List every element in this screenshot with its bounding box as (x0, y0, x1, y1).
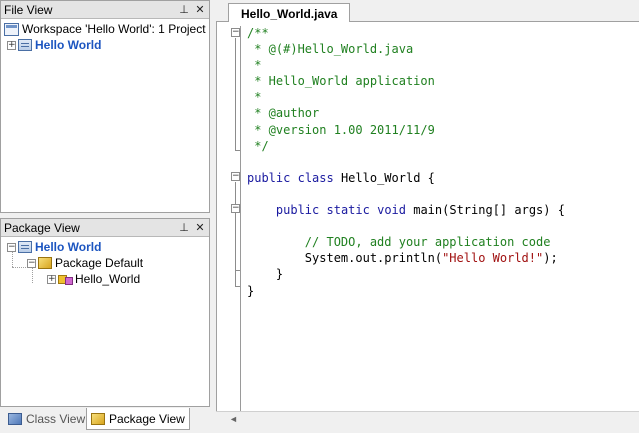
source-code[interactable]: /** * @(#)Hello_World.java * * Hello_Wor… (247, 25, 565, 299)
fold-end-marker (235, 150, 240, 151)
code-token: public (247, 170, 291, 185)
fold-toggle-icon[interactable]: − (231, 204, 240, 213)
expand-icon[interactable]: + (47, 274, 56, 284)
code-line[interactable]: System.out.println("Hello World!"); (247, 250, 565, 266)
code-token: main(String[] args) { (406, 203, 565, 218)
code-token: class (297, 170, 334, 185)
code-line[interactable]: * @author (247, 105, 565, 121)
code-token: * Hello_World application (247, 74, 435, 89)
fold-gutter-divider (240, 26, 241, 422)
code-token: /** (247, 26, 269, 40)
scroll-left-icon[interactable]: ◄ (229, 414, 238, 424)
package-view-header: Package View ⊥ ✕ (1, 219, 209, 237)
code-line[interactable] (247, 186, 565, 202)
tab-class-view[interactable]: Class View (4, 408, 89, 430)
class-icon (58, 273, 73, 285)
collapse-icon[interactable]: − (7, 242, 16, 252)
code-line[interactable]: } (247, 283, 565, 299)
pin-icon[interactable]: ⊥ (177, 3, 191, 17)
tree-node-project[interactable]: + Hello World (1, 37, 209, 53)
fold-toggle-icon[interactable]: − (231, 28, 240, 37)
editor-tab-strip: Hello_World.java (216, 0, 639, 23)
pin-icon[interactable]: ⊥ (177, 221, 191, 235)
tab-package-view[interactable]: Package View (86, 408, 190, 430)
tree-node-package[interactable]: − Package Default (1, 255, 209, 271)
fold-guide (235, 214, 236, 270)
fold-toggle-icon[interactable]: − (231, 172, 240, 181)
file-view-title: File View (4, 2, 53, 17)
project-icon (18, 39, 32, 51)
code-line[interactable]: public class Hello_World { (247, 170, 565, 186)
code-line[interactable]: * Hello_World application (247, 73, 565, 89)
code-editor[interactable]: − − − /** * @(#)Hello_World.java * * Hel… (216, 22, 639, 426)
code-line[interactable]: * (247, 57, 565, 73)
package-tree: − Hello World − Package Default + Hello_… (1, 237, 209, 287)
code-token: ); (543, 251, 558, 266)
package-label: Package Default (55, 256, 144, 270)
project-label: Hello World (35, 38, 102, 52)
workspace-label: Workspace 'Hello World': 1 Project (22, 22, 206, 36)
code-token: * @(#)Hello_World.java (247, 42, 414, 57)
code-token: static (326, 203, 370, 218)
collapse-icon[interactable]: − (27, 258, 36, 268)
code-token: // TODO, add your application code (247, 235, 551, 250)
code-line[interactable]: * @(#)Hello_World.java (247, 41, 565, 57)
fold-end-marker (235, 286, 240, 287)
package-view-panel: Package View ⊥ ✕ − Hello World − Package… (0, 218, 210, 407)
package-view-icon (91, 412, 105, 425)
code-line[interactable] (247, 218, 565, 234)
code-token: * (247, 58, 262, 73)
fold-guide (235, 38, 236, 150)
code-token: */ (247, 138, 269, 153)
code-token: } (247, 267, 284, 282)
code-token: * @version 1.00 2011/11/9 (247, 122, 435, 137)
code-line[interactable]: * (247, 89, 565, 105)
file-view-header: File View ⊥ ✕ (1, 1, 209, 19)
class-view-icon (8, 413, 22, 425)
tree-node-project[interactable]: − Hello World (1, 239, 209, 255)
code-token: "Hello World!" (442, 251, 544, 266)
fold-end-marker (235, 270, 240, 271)
tab-label: Class View (26, 412, 86, 426)
code-token: Hello_World { (333, 170, 435, 185)
code-line[interactable]: public static void main(String[] args) { (247, 202, 565, 218)
code-token: } (247, 283, 255, 298)
code-line[interactable] (247, 154, 565, 170)
project-icon (18, 241, 32, 253)
code-line[interactable]: } (247, 266, 565, 282)
code-line[interactable]: * @version 1.00 2011/11/9 (247, 122, 565, 138)
package-view-title: Package View (4, 220, 80, 235)
close-icon[interactable]: ✕ (193, 221, 207, 235)
class-label: Hello_World (75, 272, 141, 286)
close-icon[interactable]: ✕ (193, 3, 207, 17)
file-view-panel: File View ⊥ ✕ Workspace 'Hello World': 1… (0, 0, 210, 213)
code-token: void (377, 203, 406, 218)
tab-label: Package View (109, 411, 185, 426)
code-line[interactable]: /** (247, 25, 565, 41)
code-line[interactable]: */ (247, 138, 565, 154)
file-tree: Workspace 'Hello World': 1 Project + Hel… (1, 19, 209, 53)
horizontal-scrollbar[interactable]: ◄ (216, 411, 639, 426)
editor-tab-hello-world[interactable]: Hello_World.java (228, 3, 351, 23)
package-icon (38, 257, 52, 269)
code-token: * @author (247, 106, 320, 121)
workspace-icon (4, 22, 19, 36)
project-label: Hello World (35, 240, 102, 254)
code-token: System.out.println( (247, 251, 443, 266)
code-token: public (275, 203, 320, 218)
code-line[interactable]: // TODO, add your application code (247, 234, 565, 250)
expand-icon[interactable]: + (7, 40, 16, 50)
tree-node-workspace[interactable]: Workspace 'Hello World': 1 Project (1, 21, 209, 37)
code-token: * (247, 90, 262, 105)
tree-node-class[interactable]: + Hello_World (1, 271, 209, 287)
bottom-tab-strip: Class View Package View (0, 407, 212, 433)
